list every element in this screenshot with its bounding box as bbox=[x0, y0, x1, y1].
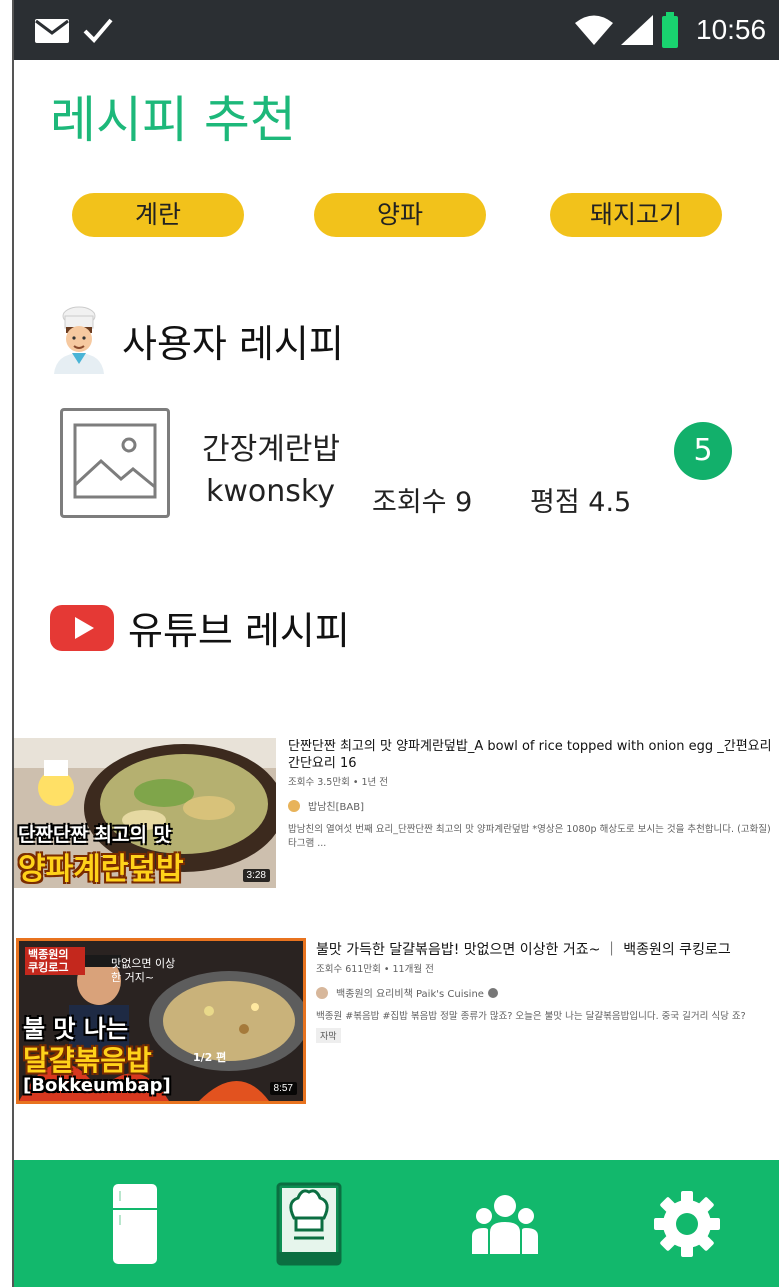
caption-tag: 자막 bbox=[316, 1028, 341, 1043]
youtube-recipes-title: 유튜브 레시피 bbox=[128, 609, 350, 653]
page-title: 레시피 추천 bbox=[50, 91, 296, 149]
thumbnail-part-label: 1/2 편 bbox=[193, 1051, 227, 1064]
video-title[interactable]: 단짠단짠 최고의 맛 양파계란덮밥_A bowl of rice topped … bbox=[288, 738, 779, 772]
status-time: 10:56 bbox=[696, 14, 767, 45]
video-channel[interactable]: 밥남친[BAB] bbox=[288, 798, 779, 813]
user-recipe-card[interactable]: 간장계란밥 kwonsky 조회수 9 평점 4.5 5 bbox=[60, 406, 760, 526]
video-info: 불맛 가득한 달걀볶음밥! 맛없으면 이상한 거죠~ ｜ 백종원의 쿠킹로그 조… bbox=[316, 938, 779, 1043]
mail-icon bbox=[35, 19, 69, 43]
chef-icon bbox=[54, 306, 104, 374]
channel-name: 밥남친[BAB] bbox=[308, 802, 364, 813]
user-recipes-title: 사용자 레시피 bbox=[122, 321, 344, 366]
video-meta: 조회수 611만회 • 11개월 전 bbox=[316, 964, 434, 975]
youtube-video-item[interactable]: 단짠단짠 최고의 맛 양파계란덮밥 3:28 단짠단짠 최고의 맛 양파계란덮밥… bbox=[14, 738, 779, 888]
thumbnail-caption-main: 양파계란덮밥 bbox=[18, 852, 184, 887]
recipe-name: 간장계란밥 bbox=[202, 432, 340, 467]
video-duration: 8:57 bbox=[269, 1082, 297, 1095]
channel-avatar bbox=[316, 986, 328, 999]
signal-icon bbox=[621, 15, 653, 45]
app-screen: 10:56 레시피 추천 계란 양파 돼지고기 사용자 레시피 간장계란밥 kw… bbox=[12, 0, 779, 1287]
video-description: 밥남친의 열여섯 번째 요리_단짠단짠 최고의 맛 양파계란덮밥 *영상은 10… bbox=[288, 824, 771, 849]
youtube-video-item[interactable]: 백종원의 쿠킹로그 맛없으면 이상한 거지~ 불 맛 나는 달걀볶음밥 1/2 … bbox=[14, 938, 779, 1104]
youtube-recipes-header: 유튜브 레시피 bbox=[50, 600, 350, 655]
recipe-author: kwonsky bbox=[206, 474, 335, 509]
channel-name: 백종원의 요리비책 Paik's Cuisine bbox=[336, 989, 484, 1000]
image-placeholder-icon bbox=[60, 408, 170, 518]
thumbnail-caption-main: 달걀볶음밥 bbox=[23, 1044, 152, 1077]
user-recipes-header: 사용자 레시피 bbox=[50, 306, 344, 374]
ingredient-chip-egg[interactable]: 계란 bbox=[72, 193, 244, 237]
ingredient-chip-onion[interactable]: 양파 bbox=[314, 193, 486, 237]
youtube-icon bbox=[50, 604, 114, 651]
video-duration: 3:28 bbox=[242, 869, 270, 882]
community-icon bbox=[472, 1195, 538, 1254]
video-description: 백종원 #볶음밥 #집밥 볶음밥 정말 종류가 많죠? 오늘은 불맛 나는 달걀… bbox=[316, 1011, 746, 1022]
video-title[interactable]: 불맛 가득한 달걀볶음밥! 맛없으면 이상한 거죠~ ｜ 백종원의 쿠킹로그 bbox=[316, 942, 779, 959]
recipe-book-icon bbox=[276, 1182, 342, 1266]
battery-icon bbox=[662, 12, 678, 48]
count-badge: 5 bbox=[674, 422, 732, 480]
nav-settings[interactable] bbox=[642, 1182, 732, 1266]
nav-fridge[interactable] bbox=[90, 1182, 180, 1266]
recipe-rating: 평점 4.5 bbox=[530, 487, 632, 518]
video-thumbnail[interactable]: 단짠단짠 최고의 맛 양파계란덮밥 3:28 bbox=[14, 738, 276, 888]
recipe-views: 조회수 9 bbox=[372, 487, 473, 518]
fridge-icon bbox=[113, 1184, 157, 1264]
thumbnail-corner-label: 백종원의 쿠킹로그 bbox=[25, 947, 85, 975]
thumbnail-caption-top: 단짠단짠 최고의 맛 bbox=[18, 824, 172, 846]
thumbnail-caption-bottom: [Bokkeumbap] bbox=[23, 1075, 171, 1096]
channel-avatar bbox=[288, 799, 300, 812]
thumbnail-speech-bubble: 맛없으면 이상한 거지~ bbox=[111, 957, 176, 984]
wifi-icon bbox=[575, 15, 613, 45]
nav-community[interactable] bbox=[460, 1182, 550, 1266]
verified-icon bbox=[487, 987, 498, 998]
ingredient-chip-pork[interactable]: 돼지고기 bbox=[550, 193, 722, 237]
video-meta: 조회수 3.5만회 • 1년 전 bbox=[288, 777, 389, 788]
settings-icon bbox=[654, 1191, 720, 1257]
check-icon bbox=[83, 18, 113, 43]
status-bar: 10:56 bbox=[14, 0, 779, 60]
nav-recipes[interactable] bbox=[264, 1182, 354, 1266]
video-channel[interactable]: 백종원의 요리비책 Paik's Cuisine bbox=[316, 985, 779, 1000]
bottom-navigation bbox=[14, 1160, 779, 1287]
video-thumbnail[interactable]: 백종원의 쿠킹로그 맛없으면 이상한 거지~ 불 맛 나는 달걀볶음밥 1/2 … bbox=[16, 938, 306, 1104]
video-info: 단짠단짠 최고의 맛 양파계란덮밥_A bowl of rice topped … bbox=[288, 738, 779, 851]
